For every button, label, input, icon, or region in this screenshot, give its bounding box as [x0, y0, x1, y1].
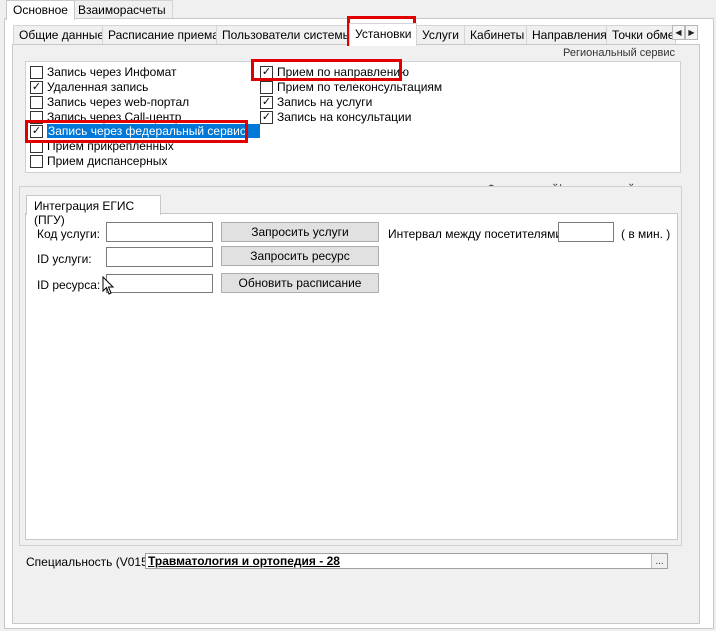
tab-tochki-obmena[interactable]: Точки обме [606, 25, 676, 44]
tab-vzaimoraschety[interactable]: Взаиморасчеты [71, 0, 173, 19]
service-id-label: ID услуги: [37, 252, 92, 266]
checkbox-label: Запись на консультации [277, 110, 412, 124]
checkbox-label: Прием по направлению [277, 65, 410, 79]
scroll-right-button[interactable]: ▶ [685, 25, 698, 40]
tab-raspisanie-priema[interactable]: Расписание приема [102, 25, 225, 44]
checkbox-box[interactable] [30, 65, 43, 79]
checkbox-call-center[interactable]: Запись через Call-центр [30, 110, 181, 124]
interval-label: Интервал между посетителями: [388, 227, 566, 241]
checkbox-dispansernyh[interactable]: Прием диспансерных [30, 154, 167, 168]
interval-input[interactable] [558, 222, 614, 242]
mouse-cursor-icon [102, 276, 115, 295]
checkbox-web-portal[interactable]: Запись через web-портал [30, 95, 189, 109]
checkbox-label: Запись через Инфомат [47, 65, 177, 79]
chevron-left-icon: ◀ [675, 28, 682, 37]
checkbox-box[interactable]: ✓ [260, 110, 273, 124]
checkbox-label: Запись на услуги [277, 95, 373, 109]
checkbox-box[interactable] [30, 110, 43, 124]
chevron-right-icon: ▶ [688, 28, 695, 37]
checkbox-box[interactable]: ✓ [260, 65, 273, 79]
checkbox-box[interactable] [30, 95, 43, 109]
checkbox-po-napravleniyu[interactable]: ✓ Прием по направлению [260, 65, 409, 79]
checkbox-box[interactable]: ✓ [30, 124, 43, 138]
tab-osnovnoe[interactable]: Основное [6, 0, 75, 20]
tab-uslugi[interactable]: Услуги [416, 25, 465, 44]
tab-kabinety[interactable]: Кабинеты [464, 25, 531, 44]
tab-polzovateli-sistemy[interactable]: Пользователи системы [216, 25, 358, 44]
checkbox-label: Прием диспансерных [47, 154, 168, 168]
service-code-input[interactable] [106, 222, 213, 242]
tab-integraciya-egis[interactable]: Интеграция ЕГИС (ПГУ) [26, 195, 161, 227]
service-code-label: Код услуги: [37, 227, 101, 241]
checkbox-box[interactable]: ✓ [260, 95, 273, 109]
specialty-field[interactable]: Травматология и ортопедия - 28 [145, 553, 668, 569]
checkbox-label: Прием по телеконсультациям [277, 80, 443, 94]
update-schedule-button[interactable]: Обновить расписание [221, 273, 379, 293]
resource-id-label: ID ресурса: [37, 278, 101, 292]
checkbox-box[interactable] [30, 154, 43, 168]
checkbox-box[interactable] [30, 139, 43, 153]
request-services-button[interactable]: Запросить услуги [221, 222, 379, 242]
service-id-input[interactable] [106, 247, 213, 267]
checkbox-infomat[interactable]: Запись через Инфомат [30, 65, 177, 79]
interval-unit-label: ( в мин. ) [621, 227, 671, 241]
tab-ustanovki[interactable]: Установки [349, 23, 418, 46]
tab-napravleniya[interactable]: Направления [526, 25, 613, 44]
checkbox-telekonsultacii[interactable]: Прием по телеконсультациям [260, 80, 442, 94]
tab-obshchie-dannye[interactable]: Общие данные [13, 25, 111, 44]
checkbox-prikreplennyh[interactable]: Прием прикрепленных [30, 139, 174, 153]
checkbox-zapis-na-uslugi[interactable]: ✓ Запись на услуги [260, 95, 372, 109]
checkbox-label: Запись через Call-центр [47, 110, 182, 124]
scroll-left-button[interactable]: ◀ [672, 25, 685, 40]
checkbox-udalennaya-zapis[interactable]: ✓ Удаленная запись [30, 80, 148, 94]
specialty-label: Специальность (V015) [26, 555, 152, 569]
checkbox-label: Прием прикрепленных [47, 139, 174, 153]
checkbox-label: Запись через федеральный сервис [47, 124, 260, 138]
regional-service-title: Региональный сервис [563, 47, 675, 59]
resource-id-input[interactable] [106, 274, 213, 293]
checkbox-box[interactable]: ✓ [30, 80, 43, 94]
request-resource-button[interactable]: Запросить ресурс [221, 246, 379, 266]
checkbox-label: Запись через web-портал [47, 95, 190, 109]
checkbox-zapis-na-konsultacii[interactable]: ✓ Запись на консультации [260, 110, 411, 124]
specialty-browse-button[interactable]: ... [651, 554, 667, 568]
checkbox-federal-service[interactable]: ✓ Запись через федеральный сервис [30, 124, 260, 138]
checkbox-label: Удаленная запись [47, 80, 149, 94]
checkbox-box[interactable] [260, 80, 273, 94]
